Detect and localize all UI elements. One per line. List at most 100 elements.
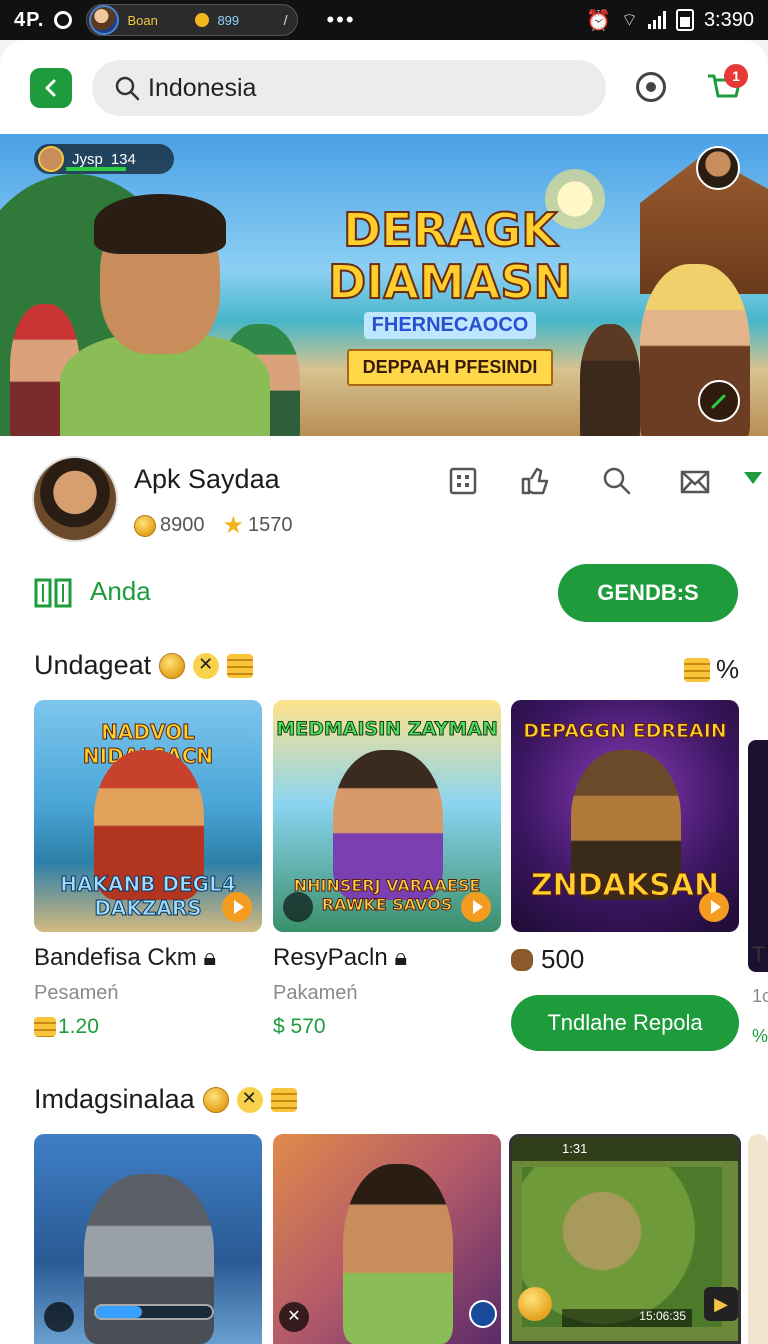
next-card-peek[interactable] [748, 740, 768, 972]
gold-coin-icon [518, 1287, 552, 1321]
search-input[interactable] [148, 73, 548, 103]
hud-avatar [38, 146, 64, 172]
search-icon [115, 76, 140, 101]
card-image-title: DEPAGGN EDREAIN [523, 720, 727, 743]
download-icon[interactable] [44, 1302, 74, 1332]
crossed-tools-icon [236, 1086, 263, 1113]
status-bar: 4P. Boan 899 / ••• ⏰ ⌔ 3:390 [0, 0, 768, 40]
hud-name: Jysp [72, 150, 103, 168]
peek-subtitle: 1c [752, 986, 768, 1006]
profile-stats: 8900 ★ 1570 [134, 511, 293, 540]
game-card[interactable] [34, 1134, 262, 1344]
hud-health-bar [66, 167, 126, 171]
coin-stack-icon [34, 1017, 56, 1037]
section-title: Imdagsinalaa [34, 1084, 195, 1114]
banner-title-block: DERAGK DIAMASN FHERNECAOCO DEPPAAH PFESI… [320, 203, 580, 386]
coin-stack-icon [684, 657, 710, 682]
play-icon[interactable] [461, 892, 491, 922]
game-card[interactable]: DEPAGGN EDREAIN ZNDAKSAN 500 Tndlahe Rep… [511, 700, 739, 1051]
hud-level: 134 [110, 150, 136, 168]
anda-label[interactable]: Anda [90, 576, 151, 607]
skill-icon[interactable] [469, 1300, 497, 1328]
location-button[interactable] [636, 72, 666, 102]
map-game-card[interactable]: 1:31 15:06:35 ▶ [509, 1134, 741, 1344]
section-filter[interactable]: % [684, 654, 739, 685]
play-icon[interactable]: ▶ [704, 1287, 738, 1321]
next-card-peek[interactable] [748, 1134, 768, 1344]
search-bar[interactable] [92, 60, 606, 116]
mail-icon [680, 470, 710, 494]
game-card[interactable]: NADVOL NIDALSACN HAKANB DEGL4 DAKZARS Ba… [34, 700, 262, 1039]
peek-price: % [752, 1026, 768, 1046]
section-header-imdagsinalaa: Imdagsinalaa [34, 1084, 297, 1115]
progress-bar [94, 1304, 214, 1320]
banner-corner-avatar [696, 146, 740, 190]
alarm-icon: ⏰ [586, 9, 612, 32]
gendbs-button[interactable]: GENDB:S [558, 564, 738, 622]
card-subtitle: Pakameń [273, 982, 358, 1004]
game-value: 899 [217, 12, 240, 28]
like-button[interactable] [518, 464, 552, 498]
card-count: 500 [511, 944, 739, 975]
peek-title: T [752, 942, 766, 967]
coin-icon [195, 13, 210, 27]
app-sheet: 1 DERAGK DIAMASN FHERNECAOCO DEPPAAH PFE… [0, 40, 768, 1344]
coin-icon [159, 652, 186, 679]
close-icon[interactable]: ✕ [279, 1302, 309, 1332]
library-icon [34, 578, 72, 608]
game-card-image[interactable]: NADVOL NIDALSACN HAKANB DEGL4 DAKZARS [34, 700, 262, 932]
card-price: 1.20 [34, 1015, 262, 1039]
section-right-symbol: % [716, 654, 740, 684]
play-icon[interactable] [699, 892, 729, 922]
coin-stack-icon [270, 1087, 297, 1112]
game-overlay-pill[interactable]: Boan 899 / [86, 4, 299, 36]
pouch-icon [511, 948, 533, 971]
map-terrain [522, 1167, 722, 1327]
battery-icon [675, 9, 694, 31]
card-title: Bandefisa Ckm 🔒︎ [34, 944, 217, 971]
slash-icon: / [283, 12, 288, 28]
card-action-button[interactable]: Tndlahe Repola [511, 995, 739, 1051]
crossed-tools-icon [193, 652, 220, 679]
card-title: ResyPacln 🔒︎ [273, 944, 408, 971]
game-name: Boan [127, 12, 158, 28]
mail-button[interactable] [678, 464, 712, 498]
sword-badge-icon [283, 892, 313, 922]
search-icon [603, 467, 631, 495]
grid-button[interactable] [446, 464, 480, 498]
section-title: Undageat [34, 650, 152, 680]
map-top-bar: 1:31 [512, 1137, 738, 1161]
game-card-image[interactable]: MEDMAISIN ZAYMAN NHINSERJ VARAAESE RAWKE… [273, 700, 501, 932]
map-score: 15:06:35 [639, 1309, 686, 1323]
game-card[interactable]: MEDMAISIN ZAYMAN NHINSERJ VARAAESE RAWKE… [273, 700, 501, 1039]
avatar[interactable] [32, 456, 118, 542]
wifi-icon: ⌔ [621, 9, 638, 30]
game-card[interactable]: ✕ [273, 1134, 501, 1344]
cart-button[interactable]: 1 [704, 64, 748, 106]
back-button[interactable] [30, 68, 72, 108]
top-bar: 1 [0, 40, 768, 134]
promo-banner[interactable]: DERAGK DIAMASN FHERNECAOCO DEPPAAH PFESI… [0, 134, 768, 436]
lock-icon: 🔒︎ [203, 944, 217, 971]
play-icon[interactable] [222, 892, 252, 922]
coin-icon [134, 514, 156, 537]
signal-icon [647, 11, 666, 29]
game-card-image[interactable]: DEPAGGN EDREAIN ZNDAKSAN [511, 700, 739, 932]
banner-title-line2: DIAMASN [327, 255, 573, 309]
section-header-undageat: Undageat [34, 650, 254, 681]
card-image-title: MEDMAISIN ZAYMAN [276, 718, 499, 741]
banner-sword-button[interactable] [698, 380, 740, 422]
star-count: 1570 [248, 514, 293, 536]
profile-search-button[interactable] [600, 464, 634, 498]
dropdown-icon[interactable] [744, 472, 762, 484]
card-subtitle: Pesameń [34, 982, 119, 1004]
lock-icon: 🔒︎ [394, 944, 408, 971]
notification-dot-icon [54, 11, 73, 29]
status-left-text: 4P. [14, 8, 45, 31]
card-price: $ 570 [273, 1015, 326, 1038]
status-time: 3:390 [703, 8, 754, 31]
banner-title-line1: DERAGK [342, 203, 558, 257]
username: Apk Saydaa [134, 464, 280, 494]
banner-subtitle: FHERNECAOCO [363, 312, 537, 339]
map-bottom-bar: 15:06:35 [562, 1309, 692, 1327]
